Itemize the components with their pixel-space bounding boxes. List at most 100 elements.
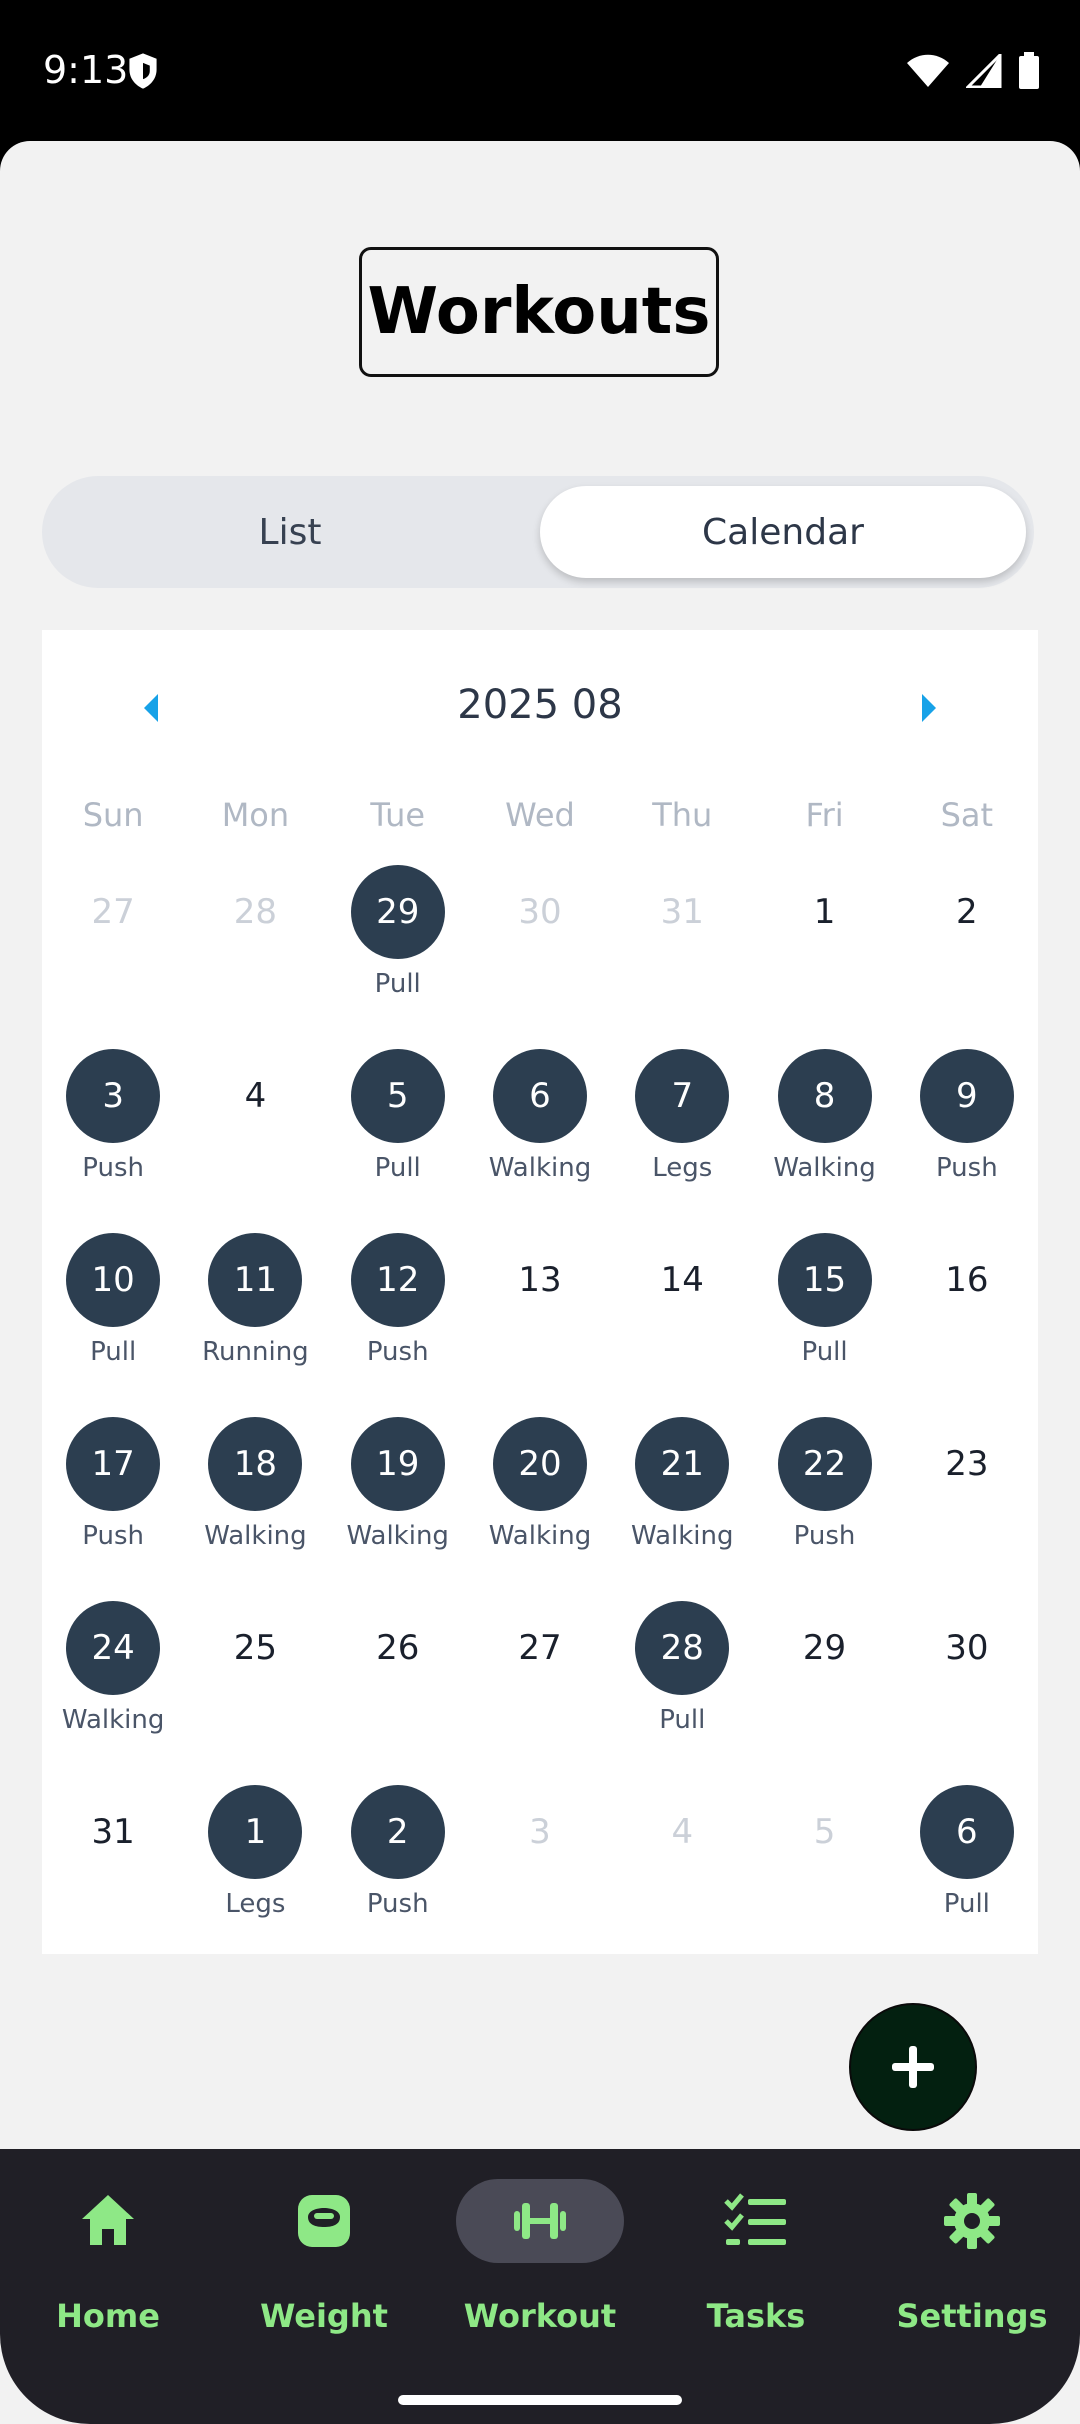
calendar-day-cell[interactable]: 24 Walking: [42, 1601, 184, 1785]
day-number: 5: [813, 1812, 836, 1852]
calendar-day-cell[interactable]: 2 Push: [327, 1785, 469, 1969]
calendar-day-cell[interactable]: 6 Walking: [469, 1049, 611, 1233]
calendar-day-cell[interactable]: 11 Running: [184, 1233, 326, 1417]
calendar-day-cell[interactable]: 29: [753, 1601, 895, 1785]
workout-day-badge: 11: [208, 1233, 303, 1327]
day-number: 29: [802, 1628, 847, 1668]
nav-settings[interactable]: Settings: [864, 2149, 1080, 2379]
calendar-day-cell[interactable]: 9 Push: [896, 1049, 1038, 1233]
nav-workout[interactable]: Workout: [432, 2149, 648, 2379]
workout-day-badge: 12: [350, 1233, 445, 1327]
calendar-week: 31 1 Legs 2 Push 3 4 5 6 Pull: [42, 1785, 1038, 1969]
nav-label: Home: [56, 2297, 160, 2335]
calendar-day-cell[interactable]: 2: [896, 865, 1038, 1049]
day-number: 28: [233, 892, 278, 932]
calendar-day-cell[interactable]: 7 Legs: [611, 1049, 753, 1233]
workout-type-label: Walking: [631, 1521, 734, 1551]
day-number: 31: [660, 892, 704, 932]
calendar-week: 24 Walking 25 26 27 28 Pull 29 30: [42, 1601, 1038, 1785]
calendar-day-cell[interactable]: 31: [42, 1785, 184, 1969]
workout-day-badge: 24: [66, 1601, 161, 1695]
calendar-day-cell[interactable]: 13: [469, 1233, 611, 1417]
calendar-week: 17 Push 18 Walking 19 Walking 20 Walking 21 Walki…: [42, 1417, 1038, 1601]
calendar-day-cell[interactable]: 5: [753, 1785, 895, 1969]
calendar-day-cell[interactable]: 30: [896, 1601, 1038, 1785]
gear-icon: [888, 2179, 1056, 2263]
workout-day-badge: 28: [635, 1601, 730, 1695]
calendar-day-cell[interactable]: 6 Pull: [896, 1785, 1038, 1969]
workout-type-label: Legs: [652, 1153, 713, 1183]
workout-type-label: Legs: [225, 1889, 286, 1919]
add-workout-button[interactable]: [849, 2003, 977, 2131]
day-number: 26: [376, 1628, 420, 1668]
tab-calendar[interactable]: Calendar: [540, 486, 1026, 578]
day-number: 23: [945, 1444, 989, 1484]
calendar-day-cell[interactable]: 16: [896, 1233, 1038, 1417]
calendar-day-cell[interactable]: 27: [42, 865, 184, 1049]
calendar-day-cell[interactable]: 28 Pull: [611, 1601, 753, 1785]
workout-day-badge: 21: [635, 1417, 730, 1511]
weekday-label: Mon: [221, 796, 290, 834]
calendar-day-cell[interactable]: 29 Pull: [327, 865, 469, 1049]
calendar-day-cell[interactable]: 15 Pull: [753, 1233, 895, 1417]
tab-list[interactable]: List: [42, 476, 538, 588]
calendar-day-cell[interactable]: 31: [611, 865, 753, 1049]
calendar-day-cell[interactable]: 1 Legs: [184, 1785, 326, 1969]
weekday-label: Tue: [370, 796, 426, 834]
workout-type-label: Push: [366, 1337, 429, 1367]
calendar-day-cell[interactable]: 25: [184, 1601, 326, 1785]
workout-day-badge: 7: [635, 1049, 730, 1143]
workout-day-badge: 1: [208, 1785, 303, 1879]
calendar-day-cell[interactable]: 22 Push: [753, 1417, 895, 1601]
calendar-day-cell[interactable]: 8 Walking: [753, 1049, 895, 1233]
workout-day-badge: 6: [492, 1049, 587, 1143]
calendar-day-cell[interactable]: 12 Push: [327, 1233, 469, 1417]
nav-label: Workout: [463, 2297, 617, 2335]
calendar-day-cell[interactable]: 26: [327, 1601, 469, 1785]
calendar-day-cell[interactable]: 5 Pull: [327, 1049, 469, 1233]
calendar-day-cell[interactable]: 14: [611, 1233, 753, 1417]
calendar-header: 2025 08: [42, 630, 1038, 780]
day-number: 14: [660, 1260, 704, 1300]
calendar-day-cell[interactable]: 27: [469, 1601, 611, 1785]
workout-type-label: Push: [366, 1889, 429, 1919]
workout-day-badge: 18: [208, 1417, 303, 1511]
nav-label: Settings: [896, 2297, 1048, 2335]
weekday-label: Fri: [805, 796, 844, 834]
workout-day-badge: 20: [492, 1417, 587, 1511]
workout-type-label: Running: [202, 1337, 309, 1367]
calendar-day-cell[interactable]: 28: [184, 865, 326, 1049]
calendar-day-cell[interactable]: 21 Walking: [611, 1417, 753, 1601]
workout-day-badge: 22: [777, 1417, 872, 1511]
calendar-day-cell[interactable]: 3 Push: [42, 1049, 184, 1233]
calendar-day-cell[interactable]: 1: [753, 865, 895, 1049]
workout-type-label: Pull: [943, 1889, 990, 1919]
calendar-day-cell[interactable]: 18 Walking: [184, 1417, 326, 1601]
calendar-day-cell[interactable]: 3: [469, 1785, 611, 1969]
calendar-day-cell[interactable]: 17 Push: [42, 1417, 184, 1601]
workout-day-badge: 10: [66, 1233, 161, 1327]
calendar-day-cell[interactable]: 4: [184, 1049, 326, 1233]
calendar-day-cell[interactable]: 10 Pull: [42, 1233, 184, 1417]
calendar-day-cell[interactable]: 23: [896, 1417, 1038, 1601]
calendar-day-cell[interactable]: 30: [469, 865, 611, 1049]
workout-type-label: Push: [82, 1153, 144, 1183]
day-number: 27: [518, 1628, 562, 1668]
workout-day-badge: 29: [350, 865, 445, 959]
nav-tasks[interactable]: Tasks: [648, 2149, 864, 2379]
calendar-day-cell[interactable]: 19 Walking: [327, 1417, 469, 1601]
nav-weight[interactable]: Weight: [216, 2149, 432, 2379]
calendar-week: 3 Push 4 5 Pull 6 Walking 7 Legs 8 Walking 9 Push: [42, 1049, 1038, 1233]
calendar-grid: 27 28 29 Pull 30 31 1 2 3 Push 4 5 Pull 6 Walking 7 Legs…: [42, 865, 1038, 1969]
workout-day-badge: 8: [777, 1049, 872, 1143]
calendar-day-cell[interactable]: 20 Walking: [469, 1417, 611, 1601]
home-icon: [24, 2179, 192, 2263]
nav-home[interactable]: Home: [0, 2149, 216, 2379]
workout-type-label: Push: [935, 1153, 998, 1183]
calendar-day-cell[interactable]: 4: [611, 1785, 753, 1969]
page-title: Workouts: [367, 275, 711, 349]
next-month-icon[interactable]: [908, 688, 948, 728]
signal-icon: [966, 54, 1002, 88]
page-title-box: Workouts: [359, 247, 719, 377]
workout-day-badge: 9: [919, 1049, 1014, 1143]
